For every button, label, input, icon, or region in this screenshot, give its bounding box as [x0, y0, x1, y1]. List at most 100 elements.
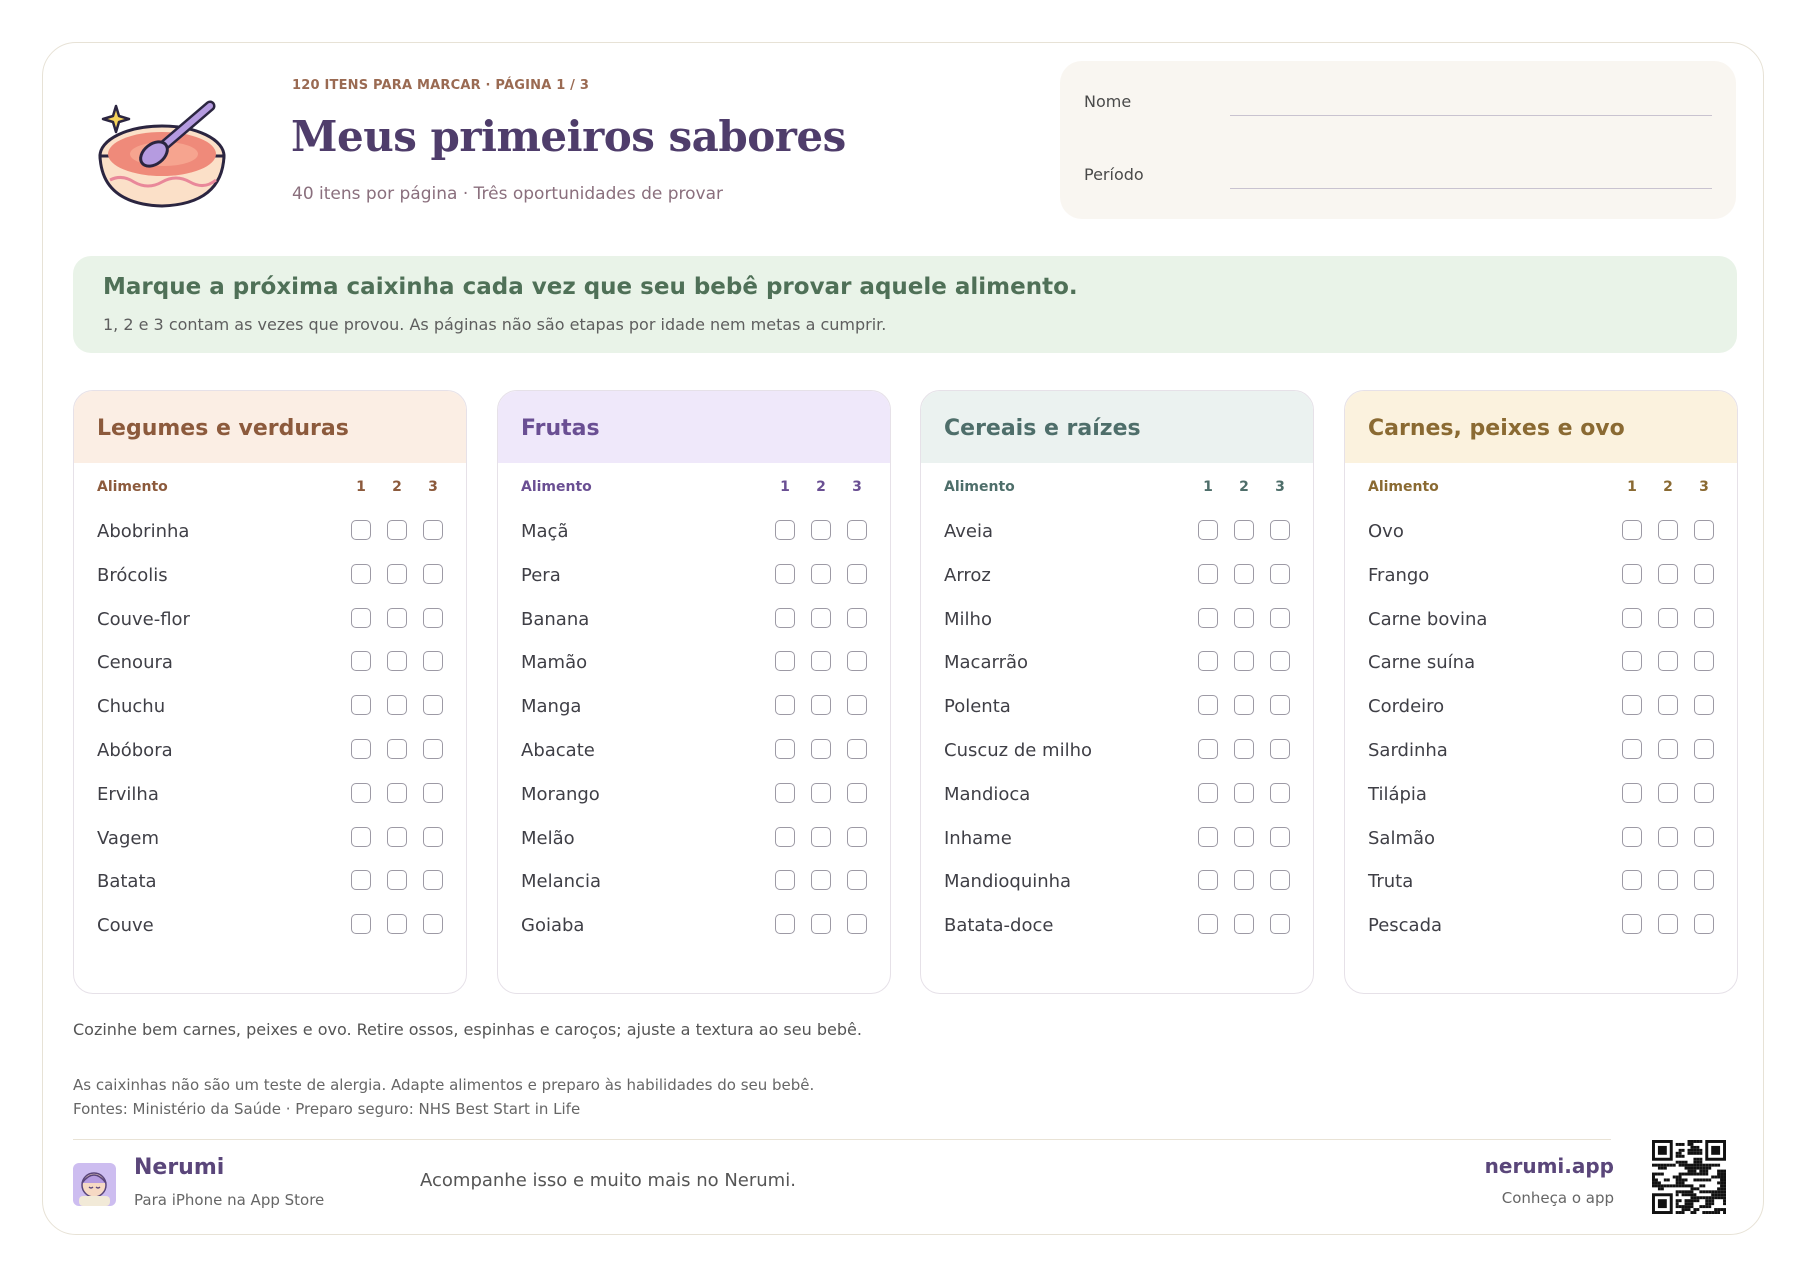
try-3-checkbox[interactable]: [847, 914, 867, 935]
try-3-checkbox[interactable]: [1694, 870, 1714, 891]
try-1-checkbox[interactable]: [1198, 870, 1218, 891]
try-2-checkbox[interactable]: [811, 782, 831, 803]
try-1-checkbox[interactable]: [1622, 563, 1642, 584]
try-3-checkbox[interactable]: [1694, 826, 1714, 847]
try-3-checkbox[interactable]: [847, 520, 867, 540]
try-2-checkbox[interactable]: [387, 651, 407, 672]
try-2-checkbox[interactable]: [811, 739, 831, 759]
try-1-checkbox[interactable]: [351, 739, 371, 759]
try-3-checkbox[interactable]: [1270, 520, 1290, 540]
try-1-checkbox[interactable]: [351, 651, 371, 672]
try-2-checkbox[interactable]: [1658, 782, 1678, 803]
try-3-checkbox[interactable]: [1694, 607, 1714, 628]
try-1-checkbox[interactable]: [1622, 695, 1642, 716]
try-2-checkbox[interactable]: [1658, 870, 1678, 891]
try-2-checkbox[interactable]: [1234, 695, 1254, 716]
qr-code-icon[interactable]: [1652, 1140, 1726, 1214]
try-1-checkbox[interactable]: [775, 651, 795, 672]
try-1-checkbox[interactable]: [1198, 739, 1218, 759]
try-3-checkbox[interactable]: [423, 826, 443, 847]
try-1-checkbox[interactable]: [1198, 563, 1218, 584]
try-1-checkbox[interactable]: [351, 826, 371, 847]
try-1-checkbox[interactable]: [351, 607, 371, 628]
try-1-checkbox[interactable]: [1198, 695, 1218, 716]
try-1-checkbox[interactable]: [775, 870, 795, 891]
try-1-checkbox[interactable]: [1622, 914, 1642, 935]
try-1-checkbox[interactable]: [1198, 782, 1218, 803]
try-2-checkbox[interactable]: [1234, 782, 1254, 803]
try-2-checkbox[interactable]: [1234, 607, 1254, 628]
try-2-checkbox[interactable]: [387, 826, 407, 847]
try-1-checkbox[interactable]: [775, 782, 795, 803]
try-1-checkbox[interactable]: [775, 695, 795, 716]
try-1-checkbox[interactable]: [775, 607, 795, 628]
try-2-checkbox[interactable]: [811, 651, 831, 672]
try-3-checkbox[interactable]: [423, 651, 443, 672]
try-2-checkbox[interactable]: [1234, 563, 1254, 584]
try-2-checkbox[interactable]: [811, 914, 831, 935]
try-3-checkbox[interactable]: [847, 695, 867, 716]
try-3-checkbox[interactable]: [1270, 782, 1290, 803]
try-1-checkbox[interactable]: [1622, 607, 1642, 628]
try-1-checkbox[interactable]: [351, 782, 371, 803]
try-1-checkbox[interactable]: [775, 826, 795, 847]
try-1-checkbox[interactable]: [1622, 651, 1642, 672]
try-2-checkbox[interactable]: [1658, 826, 1678, 847]
try-3-checkbox[interactable]: [1270, 914, 1290, 935]
try-2-checkbox[interactable]: [1658, 520, 1678, 540]
try-1-checkbox[interactable]: [351, 563, 371, 584]
try-2-checkbox[interactable]: [1658, 739, 1678, 759]
try-2-checkbox[interactable]: [1234, 739, 1254, 759]
try-3-checkbox[interactable]: [847, 782, 867, 803]
try-1-checkbox[interactable]: [1198, 914, 1218, 935]
try-3-checkbox[interactable]: [1270, 651, 1290, 672]
try-3-checkbox[interactable]: [847, 651, 867, 672]
try-1-checkbox[interactable]: [351, 520, 371, 540]
try-1-checkbox[interactable]: [1622, 826, 1642, 847]
try-2-checkbox[interactable]: [1658, 914, 1678, 935]
try-1-checkbox[interactable]: [1622, 782, 1642, 803]
try-2-checkbox[interactable]: [1234, 520, 1254, 540]
try-2-checkbox[interactable]: [387, 739, 407, 759]
try-2-checkbox[interactable]: [1234, 651, 1254, 672]
try-1-checkbox[interactable]: [351, 870, 371, 891]
try-3-checkbox[interactable]: [423, 739, 443, 759]
try-1-checkbox[interactable]: [775, 563, 795, 584]
try-2-checkbox[interactable]: [387, 870, 407, 891]
try-3-checkbox[interactable]: [423, 563, 443, 584]
try-2-checkbox[interactable]: [387, 520, 407, 540]
try-1-checkbox[interactable]: [1622, 870, 1642, 891]
try-2-checkbox[interactable]: [1658, 651, 1678, 672]
try-2-checkbox[interactable]: [1234, 870, 1254, 891]
site-link[interactable]: nerumi.app: [1485, 1154, 1614, 1178]
try-3-checkbox[interactable]: [847, 739, 867, 759]
try-3-checkbox[interactable]: [423, 607, 443, 628]
try-3-checkbox[interactable]: [423, 782, 443, 803]
try-3-checkbox[interactable]: [847, 607, 867, 628]
try-3-checkbox[interactable]: [1694, 739, 1714, 759]
try-2-checkbox[interactable]: [811, 607, 831, 628]
try-2-checkbox[interactable]: [811, 826, 831, 847]
try-3-checkbox[interactable]: [1270, 826, 1290, 847]
try-2-checkbox[interactable]: [811, 563, 831, 584]
try-1-checkbox[interactable]: [1198, 520, 1218, 540]
try-2-checkbox[interactable]: [811, 870, 831, 891]
try-2-checkbox[interactable]: [811, 695, 831, 716]
try-2-checkbox[interactable]: [387, 607, 407, 628]
try-3-checkbox[interactable]: [1694, 520, 1714, 540]
try-1-checkbox[interactable]: [1198, 607, 1218, 628]
try-1-checkbox[interactable]: [775, 739, 795, 759]
try-2-checkbox[interactable]: [1658, 607, 1678, 628]
try-2-checkbox[interactable]: [387, 563, 407, 584]
try-1-checkbox[interactable]: [1198, 651, 1218, 672]
try-2-checkbox[interactable]: [1658, 695, 1678, 716]
try-2-checkbox[interactable]: [387, 695, 407, 716]
try-3-checkbox[interactable]: [1694, 695, 1714, 716]
try-1-checkbox[interactable]: [1622, 520, 1642, 540]
period-field[interactable]: [1230, 188, 1712, 189]
try-2-checkbox[interactable]: [811, 520, 831, 540]
try-3-checkbox[interactable]: [1270, 739, 1290, 759]
try-1-checkbox[interactable]: [1622, 739, 1642, 759]
try-3-checkbox[interactable]: [1694, 782, 1714, 803]
try-3-checkbox[interactable]: [423, 870, 443, 891]
